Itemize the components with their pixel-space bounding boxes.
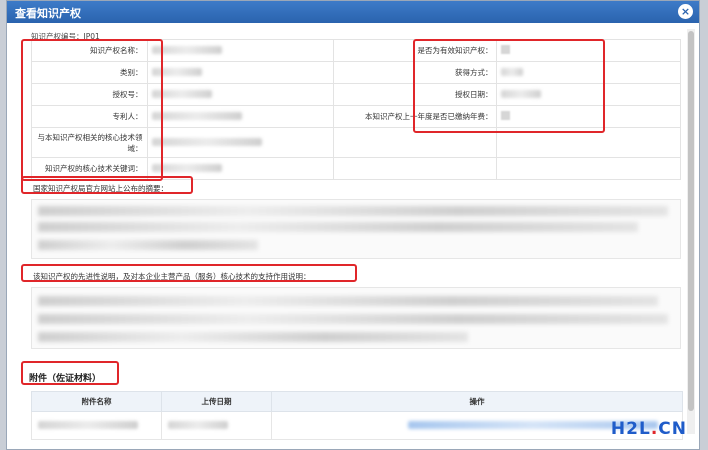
table-header-row: 附件名称 上传日期 操作	[31, 391, 683, 412]
view-ip-dialog: 查看知识产权 × 知识产权编号：IP01 知识产权名称： 是否为有效知识产权： …	[6, 0, 700, 450]
redacted-value	[151, 111, 242, 120]
attachments-table: 附件名称 上传日期 操作	[31, 391, 683, 440]
field-empty	[333, 157, 498, 180]
field-value	[146, 127, 335, 158]
column-header: 附件名称	[31, 391, 162, 412]
column-header: 操作	[271, 391, 683, 412]
watermark-part2: CN	[658, 419, 687, 439]
redacted-value	[151, 137, 262, 146]
redacted-text	[38, 332, 468, 342]
support-textarea	[31, 287, 681, 349]
site-watermark: H2L.CN	[611, 419, 687, 439]
redacted-text	[38, 314, 668, 324]
field-value	[146, 105, 335, 128]
redacted-value	[38, 420, 138, 429]
redacted-value	[168, 420, 228, 429]
field-value	[146, 39, 335, 62]
redacted-text	[38, 296, 658, 306]
field-empty	[496, 157, 681, 180]
highlight-box-attachments	[21, 361, 119, 385]
field-value	[146, 61, 335, 84]
dialog-content: 知识产权编号：IP01 知识产权名称： 是否为有效知识产权： 类别： 获得方式：…	[17, 25, 683, 449]
dialog-titlebar: 查看知识产权 ×	[7, 1, 699, 23]
redacted-text	[38, 240, 258, 250]
highlight-box-support	[21, 264, 357, 282]
highlight-box-right-labels	[413, 39, 605, 133]
close-icon[interactable]: ×	[678, 4, 693, 19]
abstract-textarea	[31, 199, 681, 259]
highlight-box-abstract	[21, 176, 193, 194]
field-value	[146, 83, 335, 106]
redacted-text	[38, 206, 668, 216]
scrollbar-thumb[interactable]	[688, 31, 694, 411]
upload-date	[161, 411, 272, 440]
column-header: 上传日期	[161, 391, 272, 412]
highlight-box-left-labels	[21, 39, 163, 181]
vertical-scrollbar[interactable]	[687, 29, 695, 434]
dialog-title: 查看知识产权	[15, 7, 81, 20]
redacted-text	[38, 222, 638, 232]
watermark-part1: H2L	[610, 419, 651, 439]
table-row	[31, 411, 683, 440]
attachment-name	[31, 411, 162, 440]
